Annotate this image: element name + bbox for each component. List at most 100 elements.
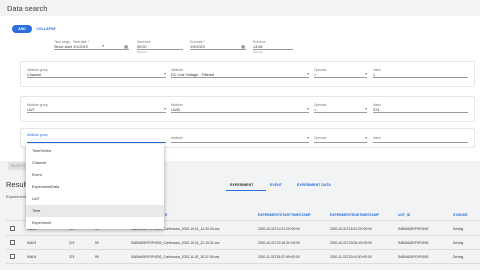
table-cell: SABHA08YF0P4092: [398, 241, 429, 245]
table-cell: 2020-10-01T16:01:20+00:00: [330, 227, 372, 231]
column-header-start[interactable]: EXPERIMENTSTARTTIMESTAMP: [258, 213, 311, 217]
value-label: Value: [373, 68, 381, 72]
row-checkbox[interactable]: [10, 240, 15, 245]
operator-value: >: [314, 72, 317, 77]
chevron-down-icon: ▾: [164, 107, 166, 111]
table-cell: 54404: [27, 255, 37, 259]
and-toggle-button[interactable]: AND: [12, 25, 32, 33]
chevron-down-icon: ▾: [164, 72, 166, 76]
field-underline: [373, 77, 468, 78]
dropdown-option[interactable]: Experiment: [26, 217, 164, 229]
field-underline: [314, 142, 367, 143]
table-cell: 2020-10-01T22:15:31+00:00: [258, 241, 300, 245]
table-cell: Driving: [453, 227, 464, 231]
row-checkbox[interactable]: [10, 226, 15, 231]
attribute-group-label: Attribute group: [27, 103, 48, 107]
attribute-group-select-1[interactable]: Attribute group Channel ▾: [27, 68, 166, 80]
attribute-select-3[interactable]: Attribute ▾: [171, 136, 309, 144]
row-divider: [6, 263, 480, 264]
dropdown-option[interactable]: TimeSeries: [26, 145, 164, 157]
end-date-field[interactable]: End date * 1/9/2023 ▦: [190, 40, 246, 52]
dropdown-option[interactable]: Channel: [26, 157, 164, 169]
field-underline: [314, 112, 367, 113]
attribute-select-1[interactable]: Attribute DC Link Voltage - Filtered ▾: [171, 68, 309, 80]
calendar-icon[interactable]: ▦: [124, 44, 128, 49]
attribute-group-select-2[interactable]: Attribute group UUT ▾: [27, 103, 166, 115]
end-time-value: 13:06: [253, 44, 263, 49]
attribute-group-value: Channel: [27, 72, 42, 77]
table-cell: 2020-10-01T23:06:43+00:00: [330, 241, 372, 245]
row-checkbox[interactable]: [10, 254, 15, 259]
chevron-down-icon: ▾: [307, 107, 309, 111]
column-header-uut-id[interactable]: UUT_ID: [398, 213, 410, 217]
chevron-down-icon: ▾: [307, 72, 309, 76]
table-cell: Driving: [453, 255, 464, 259]
value-text: 374: [373, 107, 380, 112]
table-cell: 54403: [27, 241, 37, 245]
attribute-value: DC Link Voltage - Filtered: [171, 72, 215, 77]
collapse-button[interactable]: COLLAPSE: [34, 25, 58, 33]
page-title: Data search: [7, 4, 48, 13]
calendar-icon[interactable]: ▦: [241, 44, 245, 49]
dropdown-option[interactable]: UUT: [26, 193, 164, 205]
results-subtitle: Experiment: [6, 194, 27, 199]
start-time-helper: hh:mm: [137, 50, 147, 54]
field-underline: [373, 142, 468, 143]
operator-label: Operator: [314, 103, 327, 107]
table-cell: 2020-10-01T14:31:20+00:00: [258, 227, 300, 231]
attribute-group-value: UUT: [27, 107, 35, 112]
table-cell: 374: [69, 255, 75, 259]
chevron-down-icon: ▾: [365, 107, 367, 111]
chevron-down-icon: ▾: [307, 136, 309, 140]
tab-experiment[interactable]: EXPERIMENT: [230, 183, 253, 187]
field-underline: [373, 112, 468, 113]
dropdown-option[interactable]: Time: [26, 205, 164, 217]
row-divider: [6, 249, 480, 250]
operator-select-1[interactable]: Operator > ▾: [314, 68, 367, 80]
value-input-3[interactable]: Value: [373, 136, 468, 144]
operator-label: Operator: [314, 136, 327, 140]
attribute-value: UUID: [171, 107, 181, 112]
table-cell: 99: [95, 255, 99, 259]
end-date-value: 1/9/2023: [190, 44, 205, 49]
dropdown-option[interactable]: Event: [26, 169, 164, 181]
table-cell: Driving: [453, 241, 464, 245]
value-input-1[interactable]: Value 1: [373, 68, 468, 80]
operator-select-3[interactable]: Operator ▾: [314, 136, 367, 144]
start-date-underline: [73, 49, 129, 50]
attribute-select-2[interactable]: Attribute UUID ▾: [171, 103, 309, 115]
field-underline: [171, 77, 309, 78]
chevron-down-icon: ▾: [365, 72, 367, 76]
end-time-helper: hh:mm: [253, 50, 263, 54]
start-time-field[interactable]: Start time 00:00 hh:mm: [137, 40, 183, 57]
attribute-group-select-3[interactable]: Attribute group: [27, 133, 166, 144]
column-header-symode[interactable]: SYMODE: [453, 213, 468, 217]
end-time-label: End time: [253, 40, 266, 44]
start-date-field[interactable]: Start date * 1/1/2019 ▦: [73, 40, 129, 52]
table-cell: SABHA08YF0P4092_Continuous_2020-10-01_22…: [131, 241, 220, 245]
start-date-label: Start date *: [73, 40, 89, 44]
column-header-end[interactable]: EXPERIMENTENDTIMESTAMP: [330, 213, 379, 217]
end-time-field[interactable]: End time 13:06 hh:mm: [253, 40, 293, 57]
field-underline: [314, 77, 367, 78]
end-date-label: End date *: [190, 40, 205, 44]
attribute-group-label: Attribute group: [27, 133, 48, 137]
attribute-label: Attribute: [171, 68, 183, 72]
field-underline: [171, 142, 309, 143]
start-time-value: 00:00: [137, 44, 147, 49]
tab-event[interactable]: EVENT: [270, 183, 282, 187]
dropdown-option[interactable]: ExperimentData: [26, 181, 164, 193]
operator-select-2[interactable]: Operator = ▾: [314, 103, 367, 115]
search-button[interactable]: SEARCH: [8, 162, 28, 170]
value-input-2[interactable]: Value 374: [373, 103, 468, 115]
tab-experiment-data[interactable]: EXPERIMENT DATA: [297, 183, 331, 187]
end-date-underline: [190, 49, 246, 50]
table-cell: SABHA08YF0P4092: [398, 227, 429, 231]
attribute-group-label: Attribute group: [27, 68, 48, 72]
start-date-value: 1/1/2019: [73, 44, 88, 49]
table-cell: SABHA08YF0P4092_Continuous_2020-11-02_18…: [131, 255, 220, 259]
row-divider: [6, 235, 480, 236]
column-header-partial[interactable]: E: [165, 213, 167, 217]
table-cell: 2020-11-02T20:04:30+00:00: [330, 255, 372, 259]
field-underline: [27, 142, 166, 143]
